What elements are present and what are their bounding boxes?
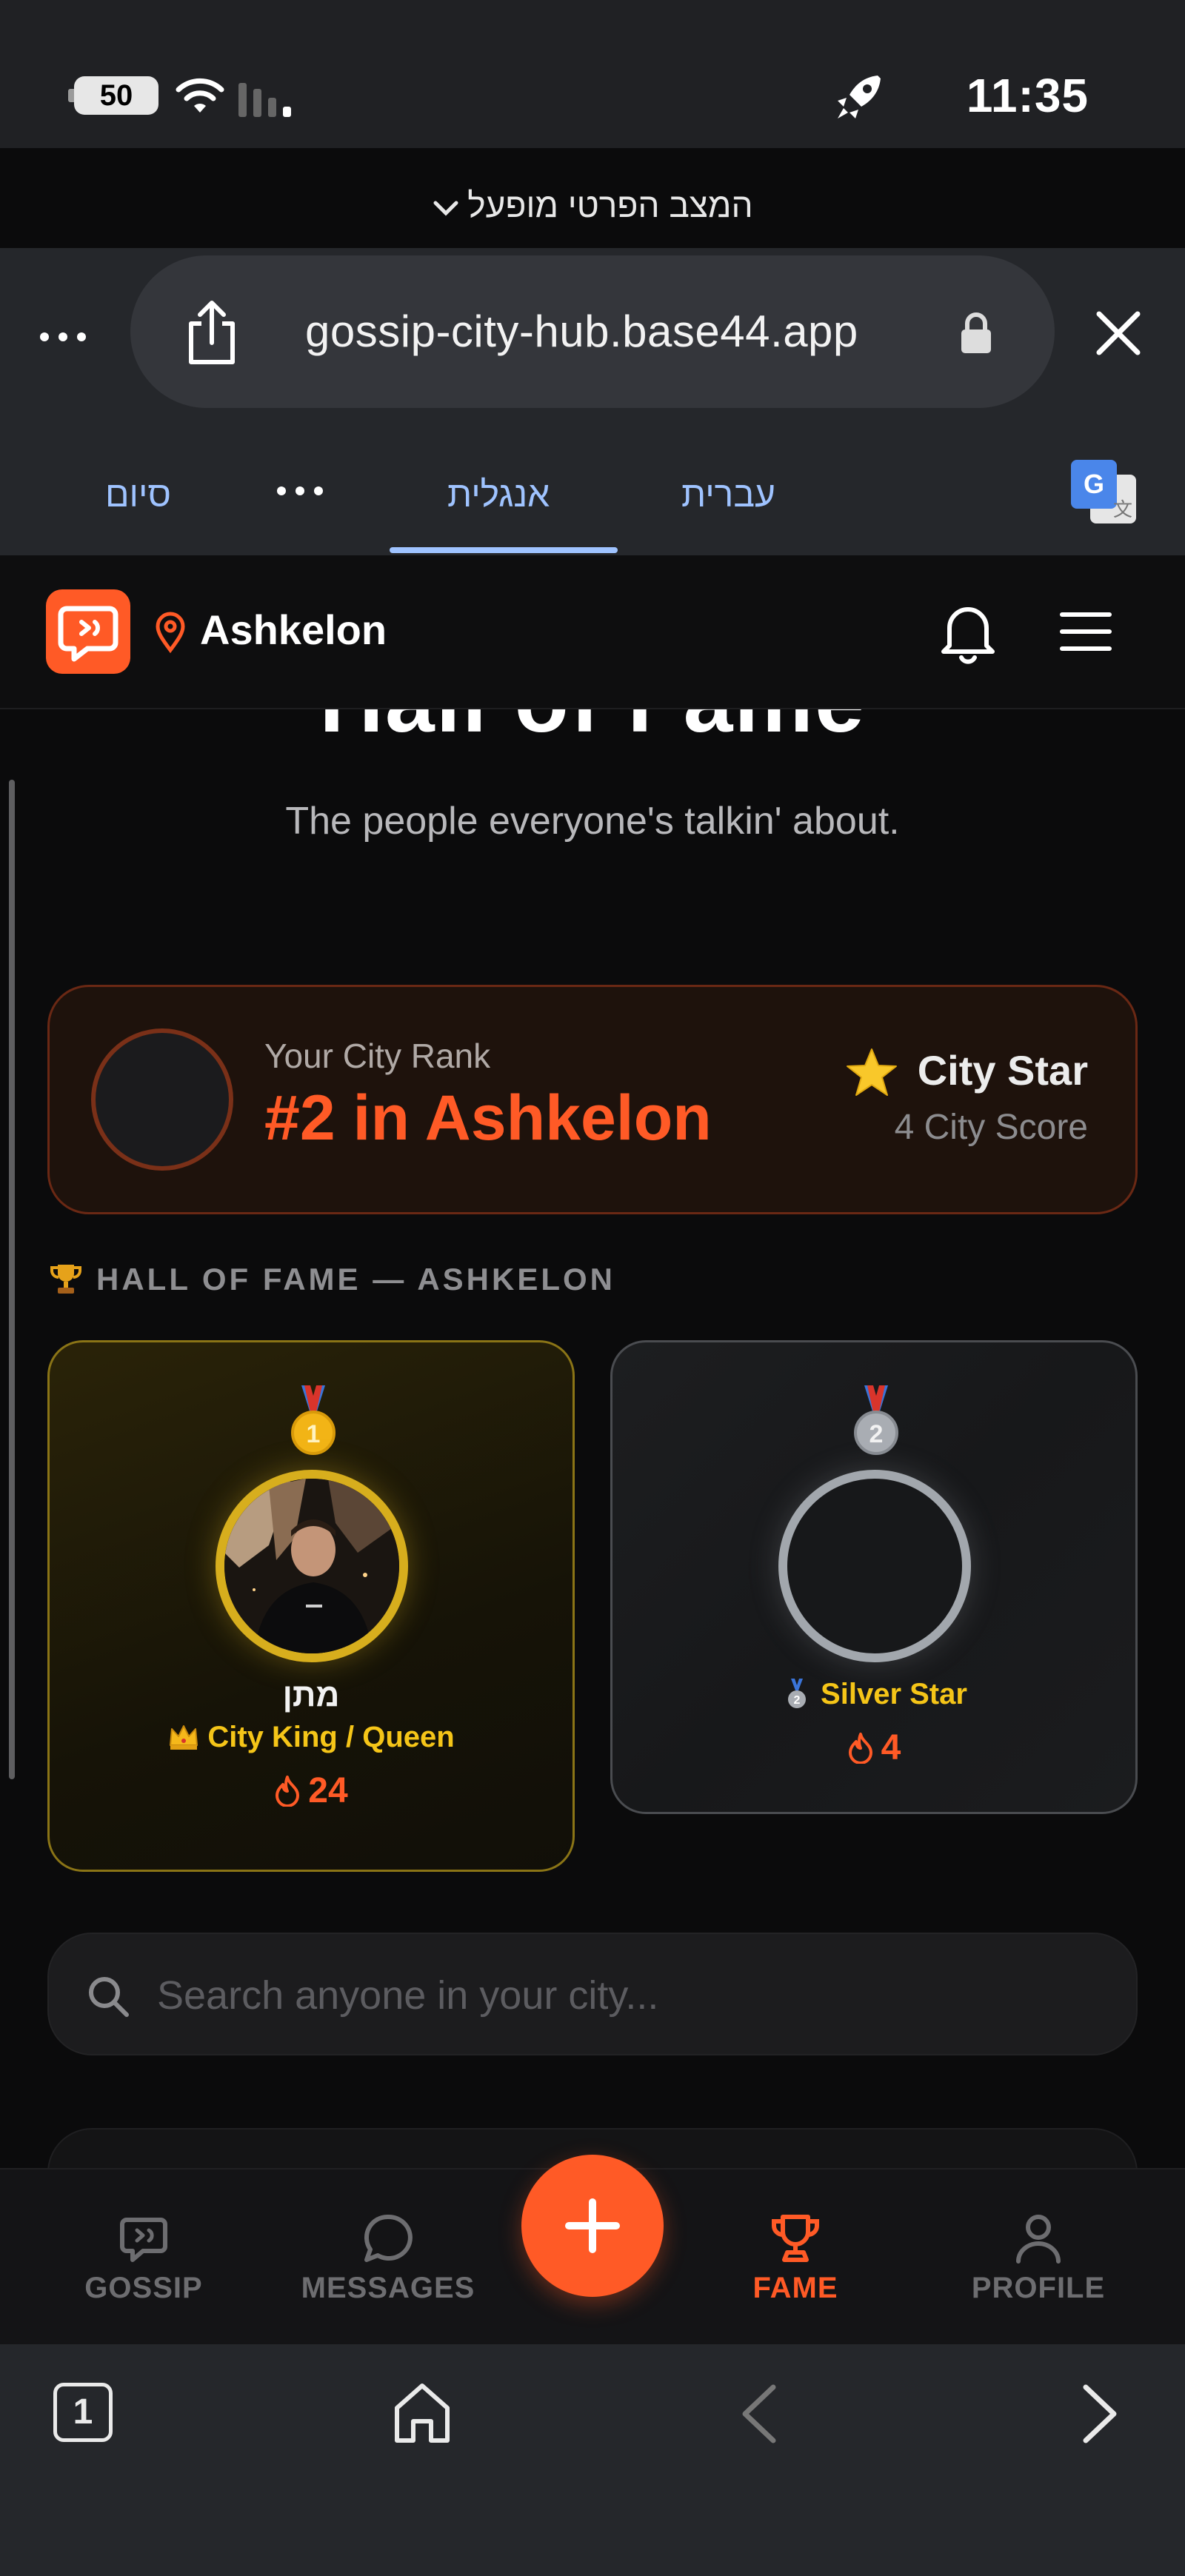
city-name[interactable]: Ashkelon xyxy=(200,606,387,654)
share-icon[interactable] xyxy=(182,300,241,367)
gossip-icon xyxy=(120,2218,167,2262)
menu-icon[interactable] xyxy=(1058,609,1114,655)
city-score: 4 City Score xyxy=(894,1108,1088,1147)
translate-bar: סיום אנגלית עברית G 文 xyxy=(0,426,1185,555)
fame-title-label: City King / Queen xyxy=(207,1721,455,1753)
url-text[interactable]: gossip-city-hub.base44.app xyxy=(305,306,858,357)
scrollbar[interactable] xyxy=(9,780,15,1779)
fame-card-second[interactable]: 2 2 Silver Star 4 xyxy=(610,1340,1138,1814)
svg-text:G: G xyxy=(1084,469,1104,499)
browser-toolbar: 1 xyxy=(0,2344,1185,2576)
gold-medal-icon: 1 xyxy=(291,1385,336,1455)
close-icon[interactable] xyxy=(1089,304,1148,363)
nav-item-fame[interactable]: FAME xyxy=(699,2211,892,2305)
tabs-button[interactable]: 1 xyxy=(53,2383,113,2442)
plus-icon xyxy=(565,2198,620,2253)
nav-label: PROFILE xyxy=(971,2272,1106,2304)
fame-title-label: Silver Star xyxy=(821,1678,967,1710)
address-bar[interactable]: gossip-city-hub.base44.app xyxy=(130,255,1055,408)
private-mode-banner[interactable]: המצב הפרטי מופעל xyxy=(0,185,1185,225)
rank-badge: City Star xyxy=(917,1047,1088,1094)
back-icon[interactable] xyxy=(733,2383,785,2445)
nav-item-messages[interactable]: MESSAGES xyxy=(292,2211,484,2305)
bell-icon[interactable] xyxy=(938,598,998,665)
status-time: 11:35 xyxy=(966,69,1089,122)
page-subtitle: The people everyone's talkin' about. xyxy=(285,800,900,843)
private-mode-label: המצב הפרטי מופעל xyxy=(467,186,753,224)
trophy-icon xyxy=(50,1265,81,1294)
location-pin-icon xyxy=(156,612,185,653)
google-translate-icon[interactable]: G 文 xyxy=(1069,458,1138,526)
translate-more-icon[interactable] xyxy=(274,469,326,513)
bottom-nav: GOSSIP MESSAGES FAME PROFILE xyxy=(0,2155,1185,2344)
lock-icon xyxy=(961,312,991,353)
star-icon xyxy=(847,1048,897,1096)
crown-icon xyxy=(170,1725,198,1750)
silver-medal-icon: 2 xyxy=(788,1679,807,1708)
nav-item-gossip[interactable]: GOSSIP xyxy=(47,2211,240,2305)
flame-icon xyxy=(848,1733,872,1764)
chat-bubble-icon xyxy=(364,2214,413,2262)
more-icon[interactable] xyxy=(37,315,89,359)
svg-text:2: 2 xyxy=(869,1420,884,1448)
rank-label: Your City Rank xyxy=(264,1037,491,1075)
rank-value: #2 in Ashkelon xyxy=(264,1083,712,1154)
fame-title: City King / Queen xyxy=(50,1720,573,1754)
svg-text:2: 2 xyxy=(794,1694,801,1707)
home-icon[interactable] xyxy=(391,2380,453,2445)
city-rank-card[interactable]: Your City Rank #2 in Ashkelon City Star … xyxy=(47,985,1138,1214)
avatar[interactable] xyxy=(216,1470,408,1662)
avatar xyxy=(91,1028,233,1171)
page-title: Hall of Fame xyxy=(0,709,1185,752)
browser-address-area: gossip-city-hub.base44.app xyxy=(0,248,1185,426)
fame-score: 4 xyxy=(612,1727,1135,1768)
translate-tab-hebrew[interactable]: עברית xyxy=(681,475,775,515)
flame-icon xyxy=(276,1776,300,1807)
search-icon xyxy=(89,1977,129,2017)
battery-icon: 50 xyxy=(74,76,158,115)
nav-label: GOSSIP xyxy=(84,2272,203,2304)
section-header: HALL OF FAME — ASHKELON xyxy=(49,1262,615,1297)
create-post-button[interactable] xyxy=(521,2155,664,2297)
translate-tab-english[interactable]: אנגלית xyxy=(447,475,550,515)
chevron-down-icon xyxy=(433,201,458,216)
user-icon xyxy=(1016,2215,1061,2264)
signal-icon xyxy=(238,83,291,117)
search-input[interactable] xyxy=(157,1964,1105,2027)
avatar[interactable] xyxy=(778,1470,971,1662)
fame-card-first[interactable]: 1 מתן City King / Queen 24 xyxy=(47,1340,575,1872)
trophy-icon xyxy=(772,2215,819,2262)
fame-score-value: 24 xyxy=(308,1771,348,1810)
forward-icon[interactable] xyxy=(1074,2383,1126,2445)
fame-name: מתן xyxy=(282,1677,340,1713)
app-header: Ashkelon xyxy=(0,555,1185,709)
nav-label: MESSAGES xyxy=(301,2272,475,2304)
nav-item-profile[interactable]: PROFILE xyxy=(942,2211,1135,2305)
search-box[interactable] xyxy=(47,1933,1138,2055)
section-header-label: HALL OF FAME — ASHKELON xyxy=(96,1262,615,1297)
status-bar: 50 11:35 המצב הפרטי מופעל xyxy=(0,0,1185,224)
silver-medal-icon: 2 xyxy=(854,1385,898,1455)
fame-score-value: 4 xyxy=(881,1728,901,1767)
wifi-icon xyxy=(176,78,224,113)
fame-title: 2 Silver Star xyxy=(612,1677,1135,1711)
svg-text:文: 文 xyxy=(1113,499,1132,521)
active-tab-indicator xyxy=(390,547,618,553)
main-content[interactable]: Hall of Fame The people everyone's talki… xyxy=(0,709,1185,2168)
app-logo-icon[interactable] xyxy=(46,589,130,674)
nav-label: FAME xyxy=(752,2272,838,2304)
translate-finish-button[interactable]: סיום xyxy=(105,475,171,515)
svg-text:1: 1 xyxy=(307,1420,321,1448)
rocket-icon xyxy=(838,76,881,118)
fame-score: 24 xyxy=(50,1770,573,1811)
